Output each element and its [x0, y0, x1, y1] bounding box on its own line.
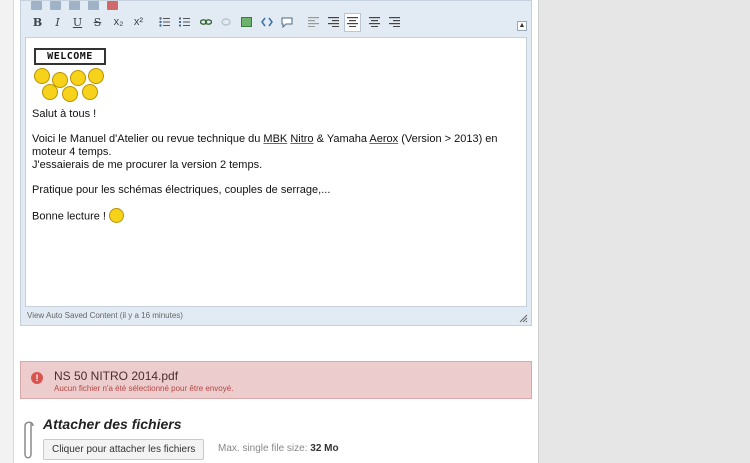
text-run: & Yamaha — [313, 133, 370, 145]
image-icon — [241, 17, 252, 27]
smiley-face — [70, 70, 86, 86]
text-run: J'essaierais de me procurer la version 2… — [32, 159, 263, 171]
attach-files-button[interactable]: Cliquer pour attacher les fichiers — [43, 439, 205, 460]
quote-button[interactable] — [278, 13, 295, 32]
underline-button[interactable]: U — [69, 13, 86, 32]
code-icon — [260, 17, 273, 27]
subscript-button[interactable]: x₂ — [110, 13, 127, 32]
bullet-list-icon — [159, 17, 170, 27]
numbered-list-icon — [179, 17, 190, 27]
unlink-icon — [220, 18, 231, 26]
smiley-face — [82, 84, 98, 100]
align-center-button[interactable] — [344, 13, 361, 32]
save-icon[interactable] — [88, 1, 99, 10]
align-left-icon — [308, 17, 319, 27]
smiley-face — [34, 68, 50, 84]
upload-error-box: ! NS 50 NITRO 2014.pdf Aucun fichier n'a… — [20, 361, 532, 399]
align-right-icon — [389, 17, 400, 27]
smiley-face — [88, 68, 104, 84]
link-icon — [199, 19, 212, 25]
bold-button[interactable]: B — [29, 13, 46, 32]
align-center-icon — [347, 17, 358, 27]
smiley-icon — [109, 208, 125, 223]
paste-icon[interactable] — [69, 1, 80, 10]
image-button[interactable] — [238, 13, 255, 32]
copy-icon[interactable] — [50, 1, 61, 10]
text-run: Bonne lecture ! — [32, 210, 110, 223]
code-button[interactable] — [258, 13, 275, 32]
editor-content-area[interactable]: WELCOME Salut à tous ! Voici le Manuel d… — [25, 37, 527, 307]
doc-icon[interactable] — [31, 1, 42, 10]
align-justify-button[interactable] — [325, 13, 342, 32]
greeting-text: Salut à tous ! — [32, 108, 97, 120]
paperclip-icon — [24, 421, 34, 459]
align-right-button[interactable] — [386, 13, 403, 32]
bullet-list-button[interactable] — [156, 13, 173, 32]
superscript-button[interactable]: x² — [130, 13, 147, 32]
italic-button[interactable]: I — [49, 13, 66, 32]
rich-text-editor: B I U S x₂ x² ▲ WELCOME Salut à tous ! V… — [20, 0, 532, 326]
remove-format-icon[interactable] — [107, 1, 118, 10]
closing-paragraph: Bonne lecture ! — [32, 208, 520, 224]
smiley-face — [42, 84, 58, 100]
numbered-list-button[interactable] — [176, 13, 193, 32]
welcome-sign-text: WELCOME — [34, 48, 106, 65]
text-run: Aerox — [369, 133, 399, 145]
align-justify-icon — [328, 17, 339, 27]
autosave-link[interactable]: View Auto Saved Content (il y a 16 minut… — [27, 311, 183, 320]
text-run: Voici le Manuel d'Atelier ou revue techn… — [32, 133, 264, 145]
quote-icon — [281, 17, 292, 29]
max-size-value: 32 Mo — [310, 443, 339, 454]
text-run: Nitro — [290, 133, 314, 145]
unlink-button[interactable] — [217, 13, 234, 32]
upper-toolbar-row — [31, 0, 126, 10]
error-filename: NS 50 NITRO 2014.pdf — [54, 369, 179, 383]
error-icon: ! — [31, 372, 43, 384]
format-toolbar: B I U S x₂ x² — [27, 11, 527, 35]
link-button[interactable] — [197, 13, 214, 32]
left-panel — [0, 0, 14, 463]
welcome-smiley-image: WELCOME — [32, 48, 110, 102]
strikethrough-button[interactable]: S — [89, 13, 106, 32]
toolbar-collapse-button[interactable]: ▲ — [517, 21, 527, 31]
practical-paragraph: Pratique pour les schémas électriques, c… — [32, 184, 331, 196]
align-left-button[interactable] — [305, 13, 322, 32]
align-center-alt-button[interactable] — [366, 13, 383, 32]
align-center-alt-icon — [369, 17, 380, 27]
smiley-face — [62, 86, 78, 102]
resize-grip-icon[interactable] — [519, 314, 528, 323]
max-size-label: Max. single file size: — [218, 443, 311, 454]
manual-paragraph: Voici le Manuel d'Atelier ou revue techn… — [32, 133, 520, 172]
max-file-size: Max. single file size: 32 Mo — [218, 443, 339, 454]
text-run: MBK — [263, 133, 288, 145]
error-message: Aucun fichier n'a été sélectionné pour ê… — [54, 384, 234, 393]
attach-files-heading: Attacher des fichiers — [43, 416, 182, 432]
